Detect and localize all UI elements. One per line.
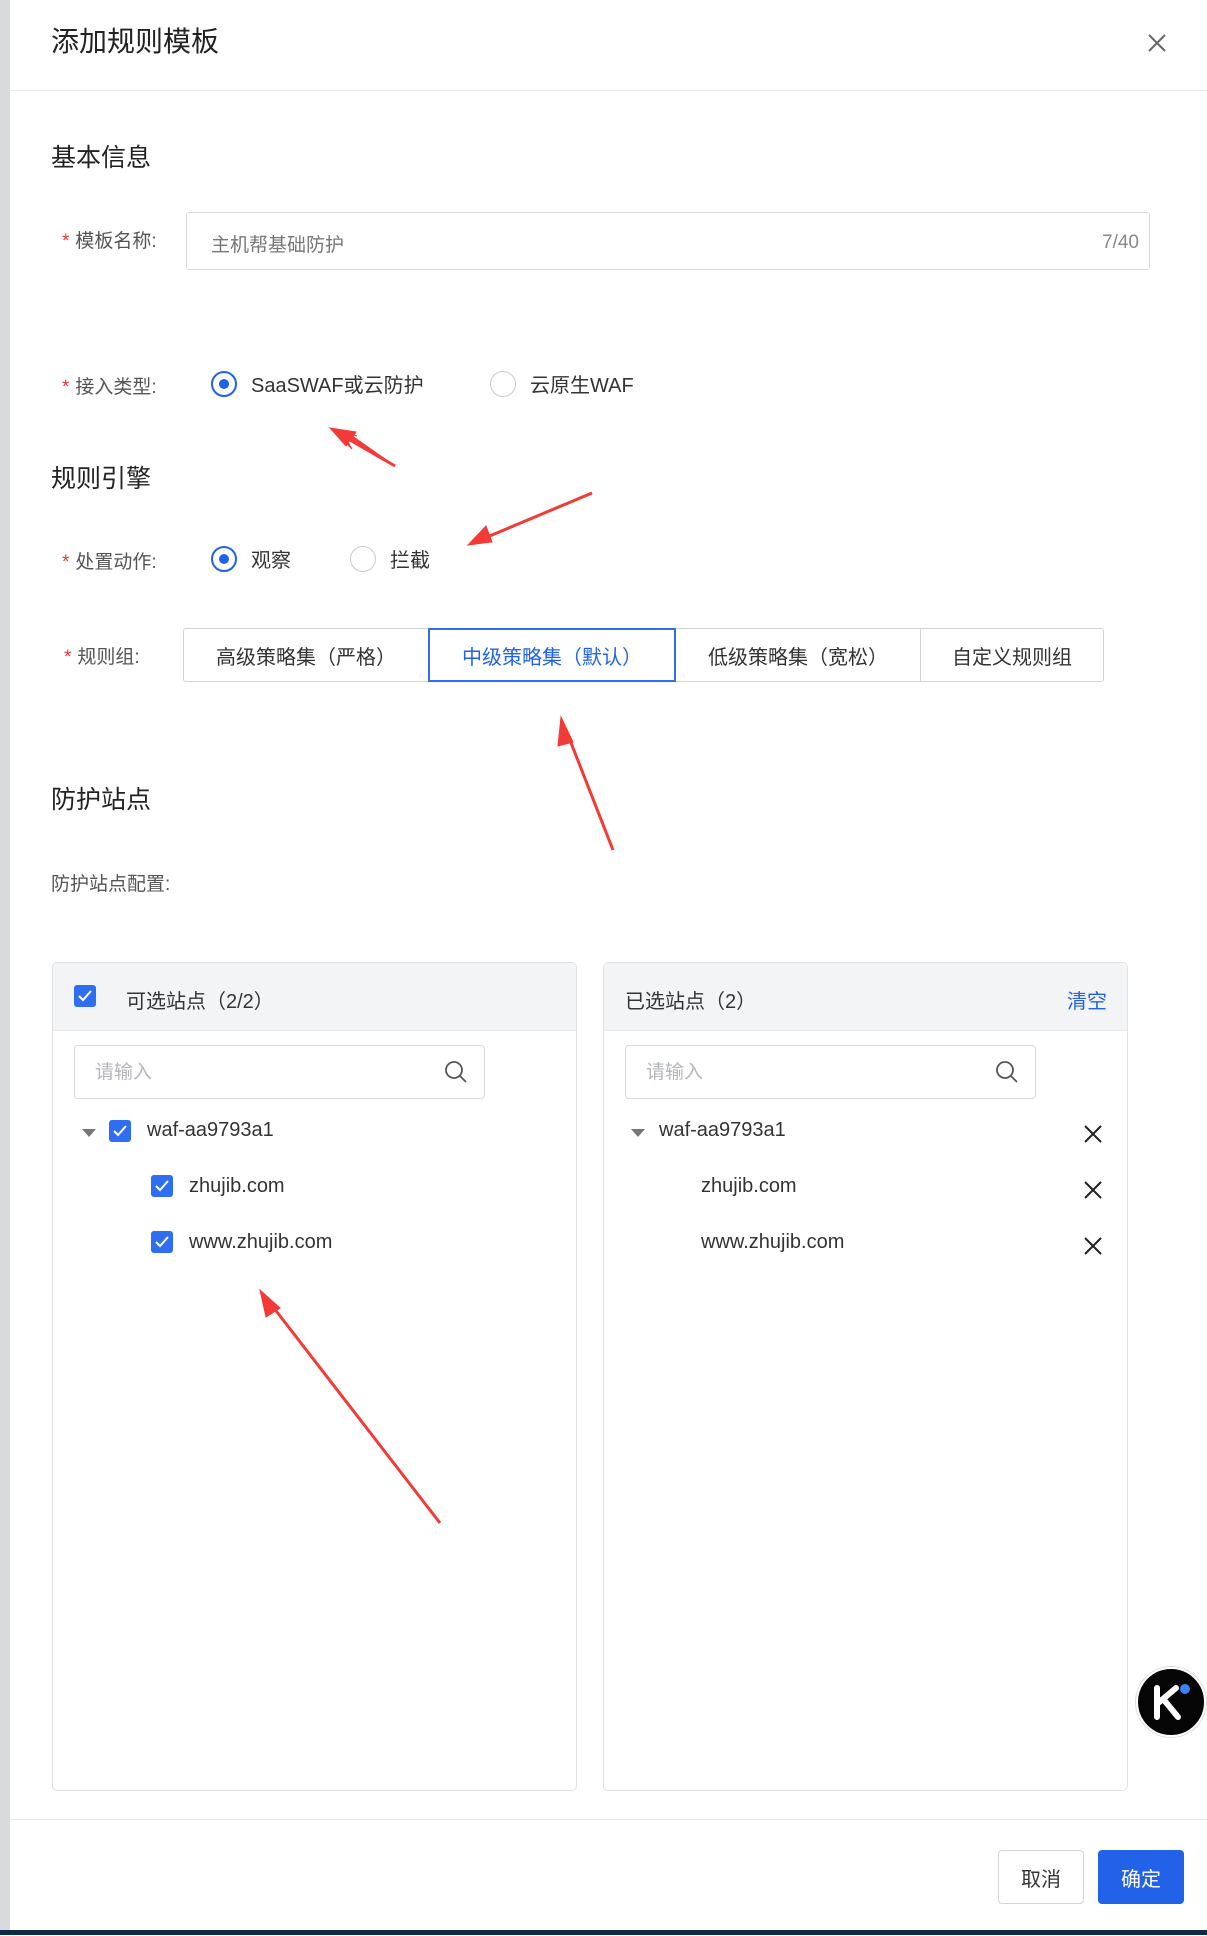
action-label: * 处置动作: bbox=[62, 552, 157, 573]
rule-group-label: * 规则组: bbox=[64, 647, 140, 668]
selected-item-label: zhujib.com bbox=[701, 1175, 797, 1197]
template-name-counter: 7/40 bbox=[1102, 232, 1139, 253]
add-rule-template-drawer: 添加规则模板 基本信息 * 模板名称: 主机帮基础防护 7/40 * 接入类型: S… bbox=[10, 0, 1207, 1935]
rule-group-medium[interactable]: 中级策略集（默认） bbox=[428, 628, 676, 682]
confirm-button[interactable]: 确定 bbox=[1098, 1850, 1184, 1904]
protect-sites-config-label: 防护站点配置: bbox=[51, 874, 171, 895]
available-search-input[interactable] bbox=[93, 1058, 427, 1088]
check-icon bbox=[78, 990, 92, 1002]
template-name-label: * 模板名称: bbox=[62, 231, 157, 252]
radio-label: 拦截 bbox=[390, 550, 430, 572]
tree-item-label[interactable]: www.zhujib.com bbox=[189, 1231, 332, 1254]
required-mark: * bbox=[64, 647, 72, 668]
template-name-value: 主机帮基础防护 bbox=[211, 235, 345, 256]
tree-item-checkbox[interactable] bbox=[151, 1175, 173, 1197]
tree-group-checkbox[interactable] bbox=[109, 1120, 131, 1142]
k-logo-icon bbox=[1154, 1684, 1190, 1720]
radio-label: 观察 bbox=[251, 550, 291, 572]
section-title-basic-info: 基本信息 bbox=[51, 144, 152, 172]
radio-access-cloud-native[interactable]: 云原生WAF bbox=[490, 369, 634, 398]
check-icon bbox=[155, 1180, 169, 1192]
selected-group-label: waf-aa9793a1 bbox=[659, 1119, 786, 1141]
rule-group-selector: 高级策略集（严格） 中级策略集（默认） 低级策略集（宽松） 自定义规则组 bbox=[183, 628, 1104, 682]
radio-circle bbox=[490, 370, 516, 397]
selected-search-input[interactable] bbox=[644, 1058, 978, 1088]
page-backdrop bbox=[0, 0, 10, 1935]
window-bottom-edge bbox=[0, 1930, 1207, 1935]
section-title-protect-sites: 防护站点 bbox=[51, 786, 152, 814]
radio-action-block[interactable]: 拦截 bbox=[350, 544, 430, 573]
rule-group-custom[interactable]: 自定义规则组 bbox=[920, 628, 1104, 682]
required-mark: * bbox=[62, 552, 70, 573]
available-panel-header: 可选站点（2/2） bbox=[53, 963, 576, 1031]
selected-sites-panel: 已选站点（2） 清空 waf-aa9793a1 zhujib.com www.z… bbox=[603, 962, 1128, 1791]
available-sites-panel: 可选站点（2/2） waf-aa9793a1 zhujib.com www.zh… bbox=[52, 962, 577, 1791]
search-icon[interactable] bbox=[444, 1060, 468, 1084]
drawer-title: 添加规则模板 bbox=[51, 26, 220, 57]
available-search-box bbox=[74, 1045, 485, 1099]
remove-icon[interactable] bbox=[1082, 1235, 1104, 1257]
cancel-button[interactable]: 取消 bbox=[998, 1850, 1084, 1904]
check-icon bbox=[113, 1125, 127, 1137]
search-icon[interactable] bbox=[995, 1060, 1019, 1084]
selected-panel-header: 已选站点（2） 清空 bbox=[604, 963, 1127, 1031]
check-icon bbox=[155, 1236, 169, 1248]
section-title-rule-engine: 规则引擎 bbox=[51, 465, 152, 493]
tree-item-label[interactable]: zhujib.com bbox=[189, 1175, 285, 1198]
caret-down-icon[interactable] bbox=[82, 1129, 96, 1137]
remove-icon[interactable] bbox=[1082, 1123, 1104, 1145]
close-button[interactable] bbox=[1144, 30, 1170, 56]
close-icon bbox=[1148, 34, 1166, 52]
rule-group-low[interactable]: 低级策略集（宽松） bbox=[675, 628, 921, 682]
selected-item-label: www.zhujib.com bbox=[701, 1231, 845, 1253]
radio-circle-checked bbox=[211, 545, 237, 572]
selected-search-box bbox=[625, 1045, 1036, 1099]
access-type-label: * 接入类型: bbox=[62, 377, 157, 398]
radio-action-observe[interactable]: 观察 bbox=[211, 544, 291, 573]
radio-circle bbox=[350, 545, 376, 572]
required-mark: * bbox=[62, 377, 70, 398]
required-mark: * bbox=[62, 231, 70, 252]
tree-item-checkbox[interactable] bbox=[151, 1231, 173, 1253]
radio-label: SaaSWAF或云防护 bbox=[251, 375, 424, 397]
tree-group-label[interactable]: waf-aa9793a1 bbox=[147, 1119, 274, 1142]
clear-button[interactable]: 清空 bbox=[1067, 985, 1107, 1014]
caret-down-icon[interactable] bbox=[631, 1129, 645, 1137]
radio-label: 云原生WAF bbox=[530, 375, 634, 397]
floating-assistant-button[interactable] bbox=[1136, 1667, 1206, 1737]
radio-access-saas[interactable]: SaaSWAF或云防护 bbox=[211, 369, 424, 398]
available-panel-title: 可选站点（2/2） bbox=[126, 991, 274, 1013]
drawer-header: 添加规则模板 bbox=[10, 0, 1207, 91]
rule-group-high[interactable]: 高级策略集（严格） bbox=[183, 628, 429, 682]
remove-icon[interactable] bbox=[1082, 1179, 1104, 1201]
select-all-checkbox[interactable] bbox=[74, 985, 96, 1007]
selected-panel-title: 已选站点（2） bbox=[625, 991, 757, 1013]
template-name-input[interactable]: 主机帮基础防护 7/40 bbox=[186, 212, 1150, 270]
radio-circle-checked bbox=[211, 370, 237, 397]
